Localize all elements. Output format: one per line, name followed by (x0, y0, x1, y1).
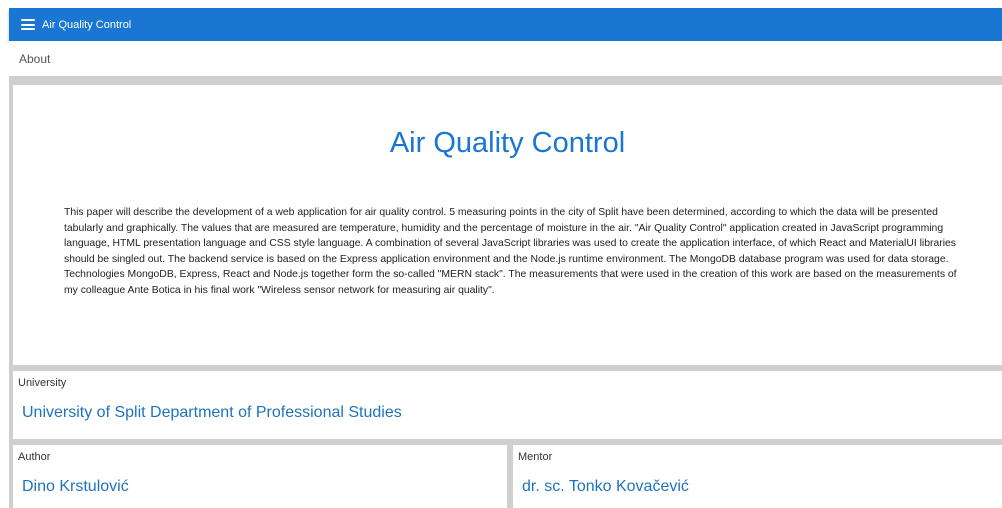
university-label: University (18, 377, 67, 389)
tab-about[interactable]: About (19, 52, 50, 66)
mentor-value: dr. sc. Tonko Kovačević (522, 478, 689, 495)
abstract-text: This paper will describe the development… (64, 207, 957, 296)
menu-icon[interactable] (21, 19, 35, 30)
mentor-label: Mentor (518, 451, 553, 463)
app-bar: Air Quality Control (9, 8, 1002, 41)
content-area: Air Quality Control This paper will desc… (9, 76, 1002, 508)
author-label: Author (18, 451, 51, 463)
mentor-card: Mentor dr. sc. Tonko Kovačević (513, 445, 1002, 508)
tab-bar: About (9, 41, 1002, 76)
author-value: Dino Krstulović (22, 478, 129, 495)
page-title: Air Quality Control (389, 127, 626, 159)
university-card: University University of Split Departmen… (13, 371, 1002, 439)
app-title: Air Quality Control (42, 18, 132, 31)
author-card: Author Dino Krstulović (13, 445, 507, 508)
about-panel: Air Quality Control This paper will desc… (13, 85, 1002, 365)
university-value: University of Split Department of Profes… (22, 404, 402, 421)
